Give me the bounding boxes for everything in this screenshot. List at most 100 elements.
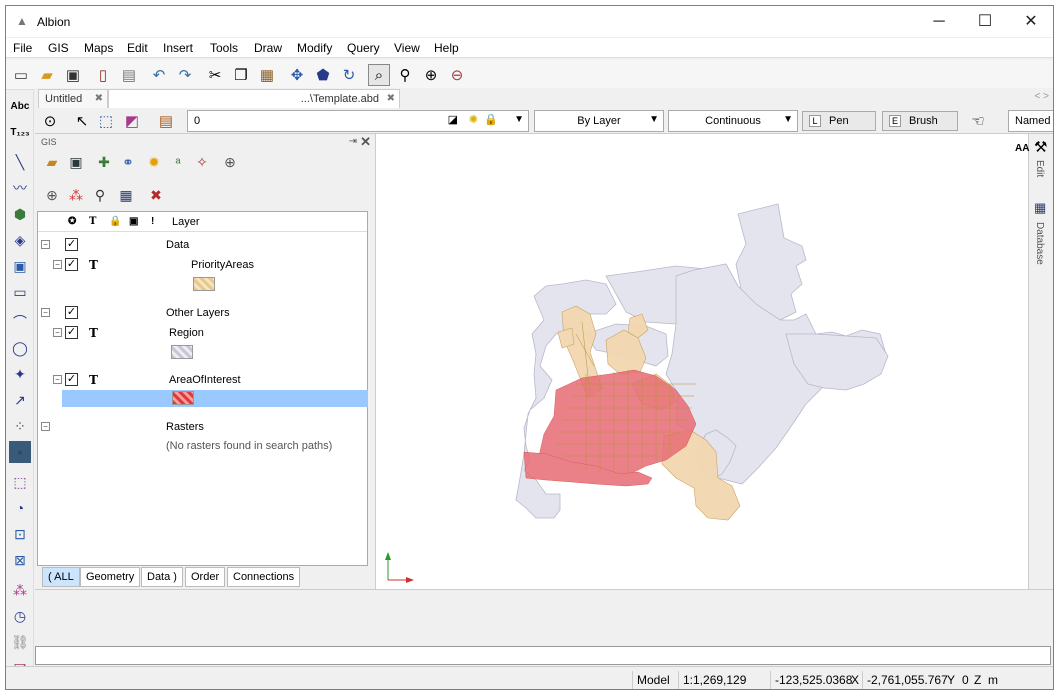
menu-edit[interactable]: Edit (127, 41, 148, 55)
point-tool-icon[interactable]: ✦ (9, 363, 31, 385)
polygon-tool-icon[interactable]: ⬢ (9, 203, 31, 225)
menu-file[interactable]: File (13, 41, 32, 55)
globe-icon[interactable]: ⊕ (219, 151, 241, 173)
magic-wand-icon[interactable]: ✧ (191, 151, 213, 173)
menu-query[interactable]: Query (347, 41, 380, 55)
table-text-tool-icon[interactable]: T₁₂₃ (9, 121, 31, 143)
layer-manager-icon[interactable]: ▤ (155, 110, 177, 132)
menu-modify[interactable]: Modify (297, 41, 332, 55)
menu-gis[interactable]: GIS (48, 41, 69, 55)
tab-close-icon[interactable]: ✖ (95, 93, 103, 104)
arc-tool-icon[interactable]: ⌒ (9, 311, 31, 333)
rectangle-tool-icon[interactable]: ▭ (9, 281, 31, 303)
menu-insert[interactable]: Insert (163, 41, 193, 55)
search-icon[interactable]: ⚲ (89, 184, 111, 206)
pen-button[interactable]: L Pen (802, 111, 876, 131)
zoom-realtime-icon[interactable]: ⚲ (394, 64, 416, 86)
zoom-extents-icon[interactable]: ⬟ (312, 64, 334, 86)
print-icon[interactable]: ▤ (118, 64, 140, 86)
tab-template[interactable]: ...\Template.abd ✖ (108, 89, 400, 108)
tab-close-icon[interactable]: ✖ (387, 93, 395, 104)
refresh-icon[interactable]: ↻ (338, 64, 360, 86)
select-similar-icon[interactable]: ◩ (121, 110, 143, 132)
link-layer-icon[interactable]: ⚭ (117, 151, 139, 173)
database-dock-tab[interactable]: Database (1034, 222, 1045, 265)
text-tool-icon[interactable]: Abc (9, 95, 31, 117)
sun-icon[interactable]: ✹ (143, 151, 165, 173)
visibility-checkbox[interactable]: ✓ (65, 238, 78, 251)
selected-style-row[interactable] (62, 390, 368, 407)
database-icon[interactable]: ▦ (1034, 200, 1046, 216)
tree-node-priority-areas[interactable]: − ✓ T PriorityAreas (38, 255, 367, 275)
tab-geometry[interactable]: Geometry (80, 567, 141, 587)
panel-close-icon[interactable]: ✕ (360, 134, 371, 150)
aoi-style-swatch[interactable] (172, 391, 194, 405)
tab-order[interactable]: Order (185, 567, 226, 587)
tree-node-data[interactable]: − ✓ Data (38, 235, 367, 255)
tab-all[interactable]: ( ALL (42, 567, 80, 587)
collapse-icon[interactable]: − (53, 375, 62, 384)
layer-combo[interactable]: 0 ◪ ✺ 🔒 ▼ (187, 110, 529, 132)
open-layer-icon[interactable]: ▰ (41, 151, 63, 173)
copy-icon[interactable]: ❐ (230, 64, 252, 86)
world-icon[interactable]: ⊕ (41, 184, 63, 206)
circle-tool-icon[interactable]: ◯ (9, 337, 31, 359)
visibility-checkbox[interactable]: ✓ (65, 306, 78, 319)
collapse-icon[interactable]: − (53, 260, 62, 269)
named-style-combo[interactable]: Named S (1008, 110, 1053, 132)
open-folder-icon[interactable]: ▰ (36, 64, 58, 86)
visibility-checkbox[interactable]: ✓ (65, 258, 78, 271)
tab-untitled[interactable]: Untitled ✖ (38, 89, 108, 108)
menu-draw[interactable]: Draw (254, 41, 282, 55)
zoom-previous-icon[interactable]: ⊖ (446, 64, 468, 86)
redo-icon[interactable]: ↷ (174, 64, 196, 86)
pin-icon[interactable]: ⇥ (349, 136, 357, 147)
arrow-tool-icon[interactable]: ↗ (9, 389, 31, 411)
text-flag-icon[interactable]: T (89, 373, 98, 387)
delete-icon[interactable]: ✖ (145, 184, 167, 206)
text-flag-icon[interactable]: T (89, 258, 98, 272)
collapse-icon[interactable]: − (53, 328, 62, 337)
minimize-button[interactable]: ─ (916, 6, 962, 37)
brush-button[interactable]: E Brush (882, 111, 958, 131)
measure-tool-icon[interactable]: ◷ (9, 605, 31, 627)
tree-node-other-layers[interactable]: − ✓ Other Layers (38, 303, 367, 323)
menu-maps[interactable]: Maps (84, 41, 113, 55)
tab-data[interactable]: Data ) (141, 567, 183, 587)
collapse-icon[interactable]: − (41, 308, 50, 317)
priority-style-swatch[interactable] (193, 277, 215, 291)
paste-icon[interactable]: ▦ (256, 64, 278, 86)
pattern-tool-icon[interactable]: ⁘ (9, 415, 31, 437)
pointing-hand-icon[interactable]: ☜ (963, 110, 993, 132)
menu-view[interactable]: View (394, 41, 420, 55)
polyline-tool-icon[interactable]: 〰 (9, 177, 31, 199)
edit-dock-tab[interactable]: Edit (1034, 160, 1045, 177)
font-size-icon[interactable]: AA (1015, 143, 1029, 154)
model-indicator[interactable]: Model (632, 671, 674, 689)
save-layer-icon[interactable]: ▣ (65, 151, 87, 173)
label-icon[interactable]: ᵃ (167, 151, 189, 173)
group-tool-icon[interactable]: ⊠ (9, 549, 31, 571)
color-balls-icon[interactable]: ⁂ (65, 184, 87, 206)
text-flag-icon[interactable]: T (89, 326, 98, 340)
close-button[interactable]: ✕ (1008, 6, 1053, 37)
image-tool-icon[interactable]: ▪ (9, 441, 31, 463)
dimension-tool-icon[interactable]: ◈ (9, 229, 31, 251)
cut-icon[interactable]: ✂ (204, 64, 226, 86)
tab-scroll-arrows[interactable]: < > (1035, 91, 1049, 102)
region-tool-icon[interactable]: ⬚ (9, 471, 31, 493)
spline-tool-icon[interactable]: ⁂ (9, 579, 31, 601)
map-canvas[interactable] (376, 134, 1028, 589)
tree-node-region[interactable]: − ✓ T Region (38, 323, 367, 343)
undo-icon[interactable]: ↶ (148, 64, 170, 86)
print-preview-icon[interactable]: ▯ (92, 64, 114, 86)
region-style-swatch[interactable] (171, 345, 193, 359)
command-line-input[interactable] (35, 646, 1051, 665)
linetype-combo[interactable]: Continuous ▼ (668, 110, 798, 132)
collapse-icon[interactable]: − (41, 422, 50, 431)
scale-readout[interactable]: 1:1,269,129 (678, 671, 750, 689)
select-arrow-icon[interactable]: ↖ (71, 110, 93, 132)
line-tool-icon[interactable]: ╲ (9, 151, 31, 173)
viewport-tool-icon[interactable]: ⊡ (9, 523, 31, 545)
pan-icon[interactable]: ✥ (286, 64, 308, 86)
